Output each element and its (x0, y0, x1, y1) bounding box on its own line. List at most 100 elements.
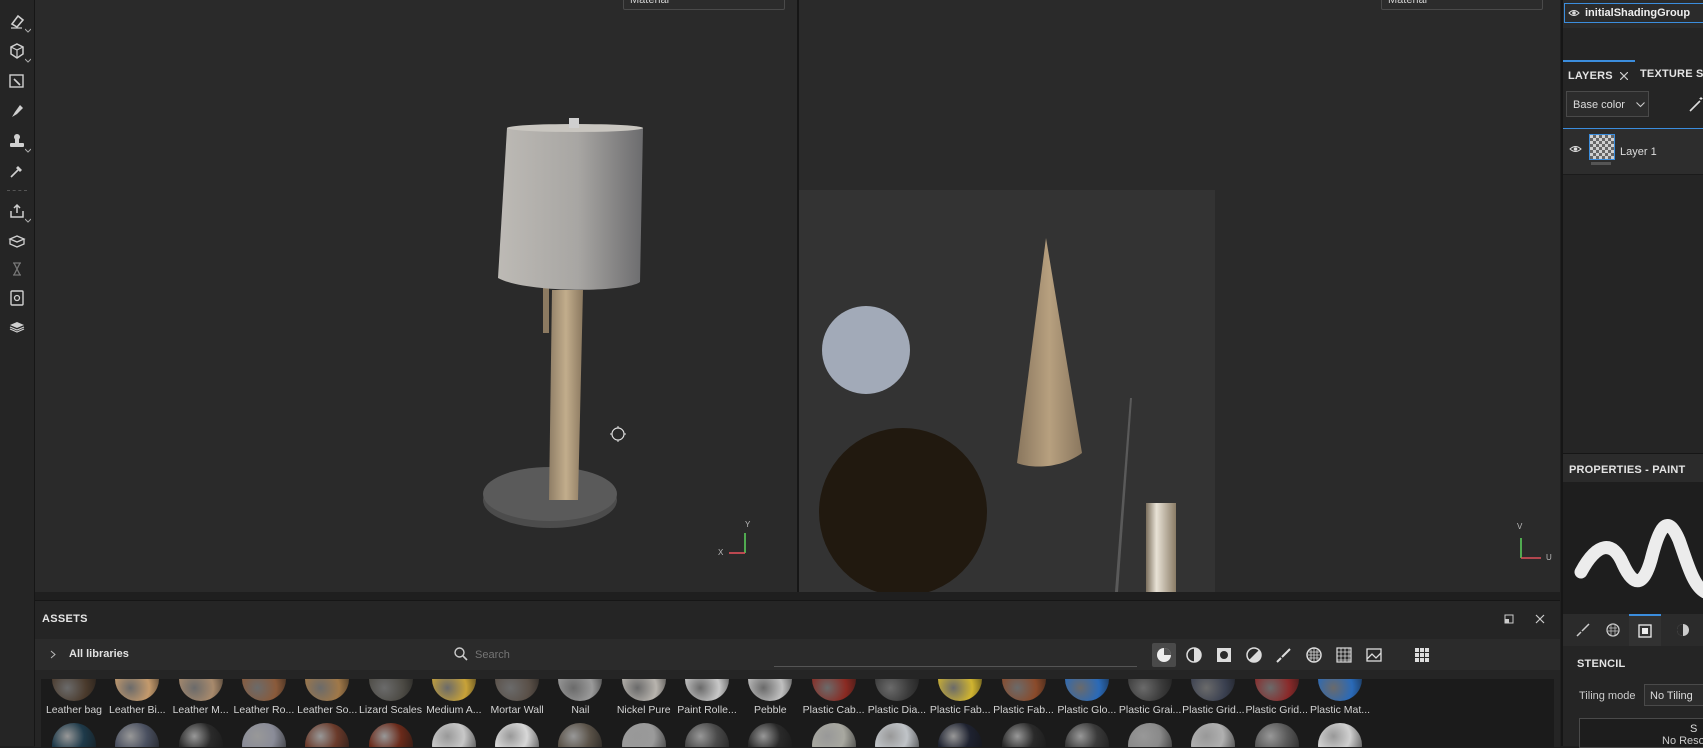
material-ball (558, 679, 603, 701)
filter-textures-icon[interactable] (1302, 643, 1326, 670)
material-ball-next-row[interactable] (1064, 723, 1109, 747)
tab-layers[interactable]: LAYERS (1563, 60, 1635, 88)
filter-environments-icon[interactable] (1362, 643, 1386, 670)
display-settings-icon[interactable] (6, 316, 28, 338)
material-ball-next-row[interactable] (1318, 723, 1362, 747)
layer-row[interactable]: Layer 1 (1563, 128, 1703, 175)
tab-layers-label: LAYERS (1568, 70, 1613, 82)
material-label: Leather Bi... (108, 704, 166, 716)
channel-select-value: Base color (1573, 99, 1625, 111)
material-ball-next-row[interactable] (305, 723, 350, 747)
material-ball (1064, 679, 1109, 701)
export-icon[interactable] (6, 200, 31, 223)
material-label: Plastic Glo... (1057, 704, 1117, 716)
hourglass-icon[interactable] (6, 258, 28, 280)
material-label: Paint Rolle... (677, 704, 737, 716)
material-ball-next-row[interactable] (1191, 723, 1236, 747)
material-label: Nickel Pure (616, 704, 671, 716)
layer-visibility-icon[interactable] (1569, 143, 1582, 158)
material-label: Plastic Fab... (993, 704, 1054, 716)
viewport-3d[interactable]: Material Y X (35, 0, 797, 592)
material-ball (305, 679, 350, 701)
material-ball-next-row[interactable] (178, 723, 223, 747)
tab-texture-set[interactable]: TEXTURE S (1640, 68, 1703, 80)
material-ball-next-row[interactable] (1001, 723, 1046, 747)
shading-group-name: initialShadingGroup (1585, 7, 1691, 19)
material-ball-next-row[interactable] (368, 723, 413, 747)
material-ball-next-row[interactable] (1128, 723, 1173, 747)
chevron-right-icon[interactable] (50, 650, 56, 662)
tool-sidebar (0, 0, 35, 746)
smudge-icon[interactable] (6, 100, 28, 122)
material-ball-next-row[interactable] (1254, 723, 1299, 747)
chevron-down-icon (1636, 102, 1645, 108)
assets-title: ASSETS (42, 613, 88, 625)
material-label: Plastic Dia... (867, 704, 927, 716)
tiling-mode-select[interactable]: No Tiling (1644, 684, 1703, 706)
eye-icon[interactable] (1568, 7, 1580, 22)
material-ball (368, 679, 413, 701)
close-icon[interactable] (1535, 614, 1545, 624)
document-icon[interactable] (6, 287, 28, 309)
color-picker-icon[interactable] (6, 160, 28, 182)
clone-stamp-icon[interactable] (6, 130, 31, 153)
uv-texture-view (799, 190, 1541, 592)
axis-y-label-3d: Y (745, 520, 751, 529)
material-ball (1128, 679, 1173, 701)
material-tab-icon[interactable] (1605, 622, 1621, 641)
close-tab-icon[interactable] (1620, 72, 1628, 80)
material-ball-next-row[interactable] (495, 723, 540, 747)
assets-header: ASSETS (35, 601, 1560, 639)
material-ball (431, 679, 476, 701)
projection-icon[interactable] (6, 40, 31, 63)
undock-icon[interactable] (1504, 614, 1514, 624)
bake-icon[interactable] (6, 230, 28, 252)
viewport-2d[interactable]: Material V U (799, 0, 1560, 592)
material-ball-next-row[interactable] (811, 723, 856, 747)
layer-tabs: LAYERS TEXTURE S (1563, 60, 1703, 88)
resource-slot-label: No Reso (1662, 735, 1703, 747)
layer-mask-bar (1591, 162, 1611, 165)
eraser-icon[interactable] (6, 10, 31, 33)
layer-name: Layer 1 (1620, 146, 1657, 158)
particle-tab-icon[interactable] (1675, 622, 1691, 641)
filter-brushes-icon[interactable] (1272, 643, 1296, 670)
polygon-fill-icon[interactable] (6, 70, 28, 92)
stencil-tab[interactable] (1629, 614, 1661, 646)
material-ball (938, 679, 983, 701)
filter-generators-icon[interactable] (1242, 643, 1266, 670)
material-ball (1254, 679, 1299, 701)
lamp-model (483, 118, 746, 554)
magic-wand-icon[interactable] (1688, 95, 1703, 116)
material-ball-next-row[interactable] (748, 723, 793, 747)
stencil-tab-icon (1638, 624, 1652, 638)
material-ball-next-row[interactable] (558, 723, 603, 747)
material-label: Leather M... (172, 704, 229, 716)
filter-alphas-icon[interactable] (1332, 643, 1356, 670)
brush-tab-icon[interactable] (1575, 622, 1591, 641)
material-ball (241, 679, 286, 701)
filter-smart-materials-icon[interactable] (1182, 643, 1206, 670)
toolbar-divider (7, 190, 27, 192)
grid-view-icon[interactable] (1410, 643, 1434, 670)
channel-select[interactable]: Base color (1566, 91, 1649, 117)
material-ball-next-row[interactable] (938, 723, 983, 747)
material-ball-next-row[interactable] (115, 723, 160, 747)
material-ball (115, 679, 160, 701)
material-label: Plastic Grid... (1245, 704, 1308, 716)
layer-thumbnail (1589, 134, 1615, 160)
material-ball-next-row[interactable] (241, 723, 286, 747)
search-underline (774, 666, 1137, 667)
filter-materials-icon[interactable] (1152, 643, 1176, 667)
material-ball-next-row[interactable] (621, 723, 666, 747)
shading-group-row[interactable]: initialShadingGroup (1564, 3, 1703, 23)
filter-masks-icon[interactable] (1212, 643, 1236, 670)
material-label: Lizard Scales (358, 704, 423, 716)
material-ball-next-row[interactable] (685, 723, 729, 747)
material-ball-next-row[interactable] (874, 723, 919, 747)
search-input[interactable] (473, 643, 777, 667)
stencil-resource-slot[interactable]: S No Reso (1579, 718, 1703, 748)
material-ball-next-row[interactable] (52, 723, 96, 747)
library-breadcrumb[interactable]: All libraries (69, 648, 129, 660)
material-ball-next-row[interactable] (431, 723, 476, 747)
